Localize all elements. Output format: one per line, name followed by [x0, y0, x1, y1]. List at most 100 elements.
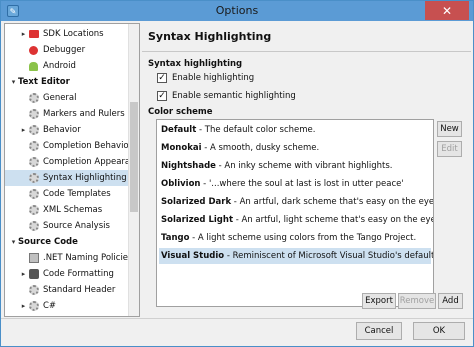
scheme-name: Solarized Light — [161, 215, 234, 225]
sidebar-item-label: Code Formatting — [43, 269, 114, 279]
sidebar-item[interactable]: XML Schemas — [5, 202, 129, 218]
scheme-name: Oblivion — [161, 179, 201, 189]
gear-icon — [28, 285, 39, 296]
scheme-description: - An artful, dark scheme that's easy on … — [231, 197, 434, 207]
gear-icon — [28, 157, 39, 168]
check-icon: ✓ — [158, 72, 166, 83]
sidebar-item[interactable]: Source Analysis — [5, 218, 129, 234]
page-title: Syntax Highlighting — [148, 30, 272, 43]
gear-icon — [28, 141, 39, 152]
expander-icon[interactable]: ▾ — [9, 78, 18, 86]
color-scheme-item[interactable]: Monokai - A smooth, dusky scheme. — [159, 140, 431, 156]
sidebar-item-label: SDK Locations — [43, 29, 104, 39]
sidebar-item[interactable]: ▾ Source Code — [5, 234, 129, 250]
color-scheme-item[interactable]: Solarized Dark - An artful, dark scheme … — [159, 194, 434, 210]
syntax-highlighting-panel: Syntax Highlighting Syntax highlighting … — [142, 23, 471, 317]
scheme-description: - Reminiscent of Microsoft Visual Studio… — [226, 251, 434, 261]
gear-icon — [28, 109, 39, 120]
sidebar-item[interactable]: ▸ SDK Locations — [5, 26, 129, 42]
enable-highlighting-checkbox[interactable]: ✓ — [157, 73, 167, 83]
color-scheme-label: Color scheme — [148, 107, 213, 117]
expander-icon[interactable]: ▸ — [19, 270, 28, 278]
title-bar[interactable]: ✎ Options ✕ — [1, 1, 473, 21]
check-icon: ✓ — [158, 90, 166, 101]
scheme-description: - An inky scheme with vibrant highlights… — [215, 161, 393, 171]
color-scheme-item[interactable]: Tango - A light scheme using colors from… — [159, 230, 431, 246]
remove-button[interactable]: Remove — [398, 293, 436, 309]
scheme-description: - The default color scheme. — [196, 125, 316, 135]
export-button[interactable]: Export — [362, 293, 396, 309]
sidebar-item-label: Debugger — [43, 45, 86, 55]
scheme-description: - A smooth, dusky scheme. — [201, 143, 320, 153]
scheme-description: - An artful, light scheme that's easy on… — [233, 215, 434, 225]
sidebar-item[interactable]: ▾ Text Editor — [5, 74, 129, 90]
sidebar-item[interactable]: .NET Naming Policies — [5, 250, 133, 266]
sidebar-item[interactable]: Debugger — [5, 42, 129, 58]
sidebar-item[interactable]: Completion Appearance — [5, 154, 139, 170]
options-window: ✎ Options ✕ ▸ SDK Locations Debugger Androi… — [0, 0, 474, 347]
scheme-name: Tango — [161, 233, 190, 243]
expander-icon[interactable]: ▸ — [19, 126, 28, 134]
sidebar-item[interactable]: ▸ C# — [5, 298, 129, 314]
close-icon: ✕ — [441, 3, 453, 18]
code-formatting-icon — [28, 269, 39, 280]
sidebar-item[interactable]: Syntax Highlighting — [5, 170, 129, 186]
expander-icon[interactable]: ▸ — [19, 302, 28, 310]
color-scheme-item[interactable]: Solarized Light - An artful, light schem… — [159, 212, 434, 228]
scheme-name: Solarized Dark — [161, 197, 232, 207]
scheme-name: Default — [161, 125, 197, 135]
new-scheme-button[interactable]: New — [437, 121, 462, 137]
expander-icon[interactable]: ▾ — [9, 238, 18, 246]
sidebar-item[interactable]: ▸ Behavior — [5, 122, 129, 138]
syntax-group-label: Syntax highlighting — [148, 59, 243, 69]
color-scheme-item[interactable]: Nightshade - An inky scheme with vibrant… — [159, 158, 431, 174]
add-button[interactable]: Add — [438, 293, 463, 309]
sidebar-item-label: C# — [43, 301, 57, 311]
edit-scheme-button[interactable]: Edit — [437, 141, 462, 157]
title-divider — [142, 51, 471, 52]
gear-icon — [28, 205, 39, 216]
sidebar-item-label: Completion Behavior — [43, 141, 133, 151]
sidebar-item-label: General — [43, 93, 77, 103]
sidebar-item-label: .NET Naming Policies — [43, 253, 133, 263]
gear-icon — [28, 93, 39, 104]
sidebar-item-label: Source Analysis — [43, 221, 110, 231]
sidebar-item[interactable]: Code Templates — [5, 186, 129, 202]
options-tree[interactable]: ▸ SDK Locations Debugger Android ▾ Text Edito… — [4, 23, 140, 317]
sidebar-item-label: Completion Appearance — [43, 157, 140, 167]
enable-highlighting-row[interactable]: ✓ Enable highlighting — [157, 71, 254, 85]
sidebar-item-label: Text Editor — [18, 77, 70, 87]
scheme-name: Monokai — [161, 143, 202, 153]
enable-semantic-label: Enable semantic highlighting — [172, 91, 296, 101]
enable-semantic-checkbox[interactable]: ✓ — [157, 91, 167, 101]
sidebar-scroll-thumb[interactable] — [130, 102, 138, 212]
sidebar-item[interactable]: Name Conventions — [5, 314, 129, 316]
scheme-description: - '...where the soul at last is lost in … — [200, 179, 404, 189]
sidebar-item[interactable]: Markers and Rulers — [5, 106, 129, 122]
scheme-name: Nightshade — [161, 161, 216, 171]
cancel-button[interactable]: Cancel — [356, 322, 402, 340]
color-scheme-item[interactable]: Oblivion - '...where the soul at last is… — [159, 176, 431, 192]
enable-semantic-row[interactable]: ✓ Enable semantic highlighting — [157, 89, 296, 103]
sidebar-scrollbar[interactable] — [128, 24, 139, 316]
color-scheme-item[interactable]: Default - The default color scheme. — [159, 122, 431, 138]
window-title: Options — [215, 4, 259, 17]
sidebar-item-label: Android — [43, 61, 76, 71]
sidebar-item-label: Source Code — [18, 237, 78, 247]
sidebar-item-label: XML Schemas — [43, 205, 103, 215]
color-scheme-list[interactable]: Default - The default color scheme. Monok… — [156, 119, 434, 307]
sidebar-item-label: Code Templates — [43, 189, 111, 199]
ok-button[interactable]: OK — [413, 322, 465, 340]
close-button[interactable]: ✕ — [425, 1, 469, 20]
scheme-description: - A light scheme using colors from the T… — [189, 233, 417, 243]
sidebar-item[interactable]: Android — [5, 58, 129, 74]
color-scheme-item[interactable]: Visual Studio - Reminiscent of Microsoft… — [159, 248, 434, 264]
sidebar-item[interactable]: Standard Header — [5, 282, 129, 298]
sidebar-item[interactable]: Completion Behavior — [5, 138, 133, 154]
footer-divider — [1, 318, 473, 319]
sidebar-item-label: Syntax Highlighting — [43, 173, 127, 183]
expander-icon[interactable]: ▸ — [19, 30, 28, 38]
sidebar-item[interactable]: General — [5, 90, 129, 106]
debugger-icon — [28, 45, 39, 56]
sidebar-item[interactable]: ▸ Code Formatting — [5, 266, 129, 282]
